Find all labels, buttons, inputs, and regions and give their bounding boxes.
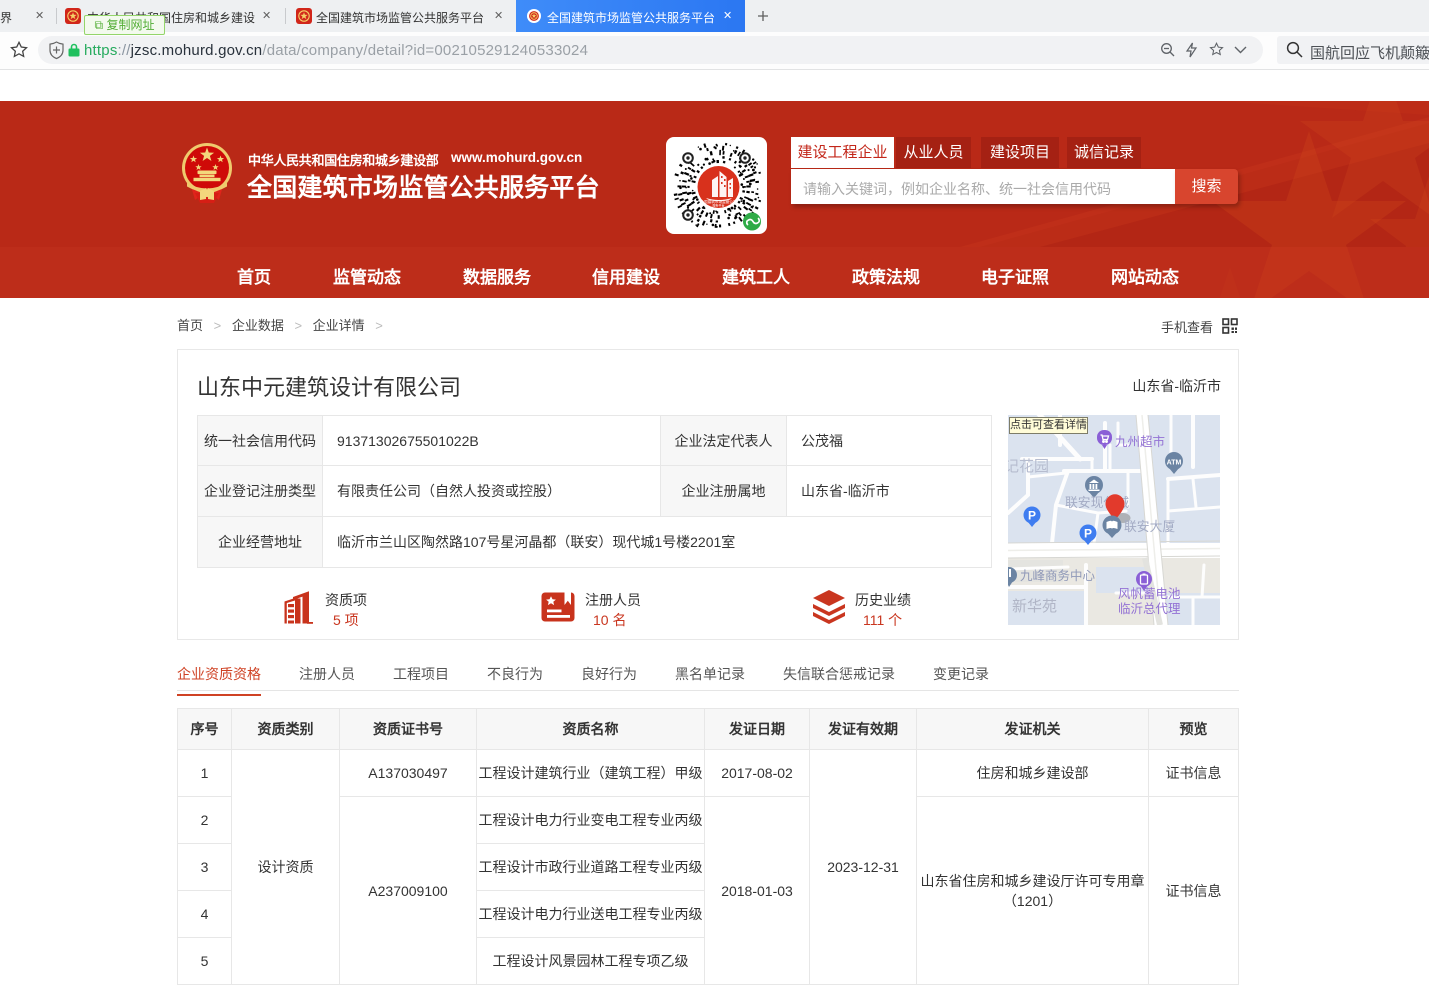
svg-text:记花园: 记花园	[1008, 458, 1049, 475]
svg-text:服务平台: 服务平台	[712, 203, 724, 208]
svg-text:临沂总代理: 临沂总代理	[1118, 602, 1181, 616]
svg-text:P: P	[1028, 509, 1036, 523]
svg-text:P: P	[1084, 527, 1092, 541]
svg-text:风帆蓄电池: 风帆蓄电池	[1118, 586, 1181, 601]
svg-text:新华苑: 新华苑	[1012, 598, 1057, 615]
svg-text:九峰商务中心: 九峰商务中心	[1020, 568, 1096, 583]
svg-text:ATM: ATM	[1167, 460, 1182, 467]
svg-text:九州超市: 九州超市	[1115, 434, 1165, 449]
svg-text:联安大厦: 联安大厦	[1124, 519, 1175, 534]
